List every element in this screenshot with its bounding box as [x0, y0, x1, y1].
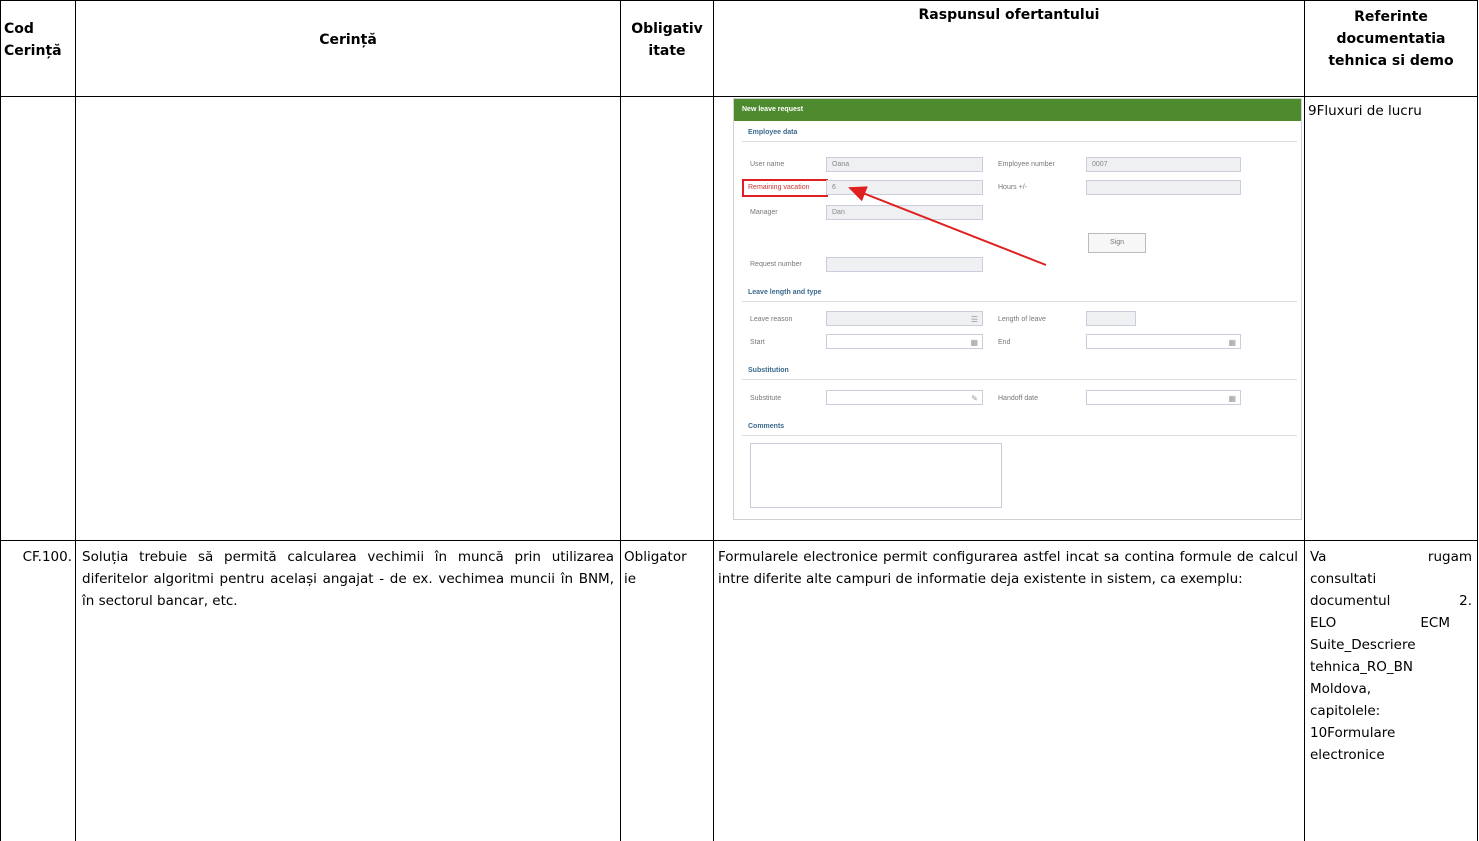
- header-response: Raspunsul ofertantului: [918, 7, 1100, 23]
- table-border-right: [1477, 0, 1478, 841]
- table-border-left: [0, 0, 1, 841]
- row2-code: CF.100.: [22, 549, 72, 565]
- table-border-top: [0, 0, 1478, 1]
- header-code: Cod Cerință: [4, 21, 62, 59]
- ref-line: Va rugam: [1310, 549, 1472, 565]
- row2-reference: Va rugam consultati documentul 2. ELO ECM S…: [1310, 546, 1472, 766]
- column-divider: [713, 0, 714, 841]
- row-divider: [0, 96, 1478, 97]
- header-requirement: Cerință: [319, 32, 377, 48]
- row2-response: Formularele electronice permit configura…: [718, 549, 1298, 587]
- column-divider: [620, 0, 621, 841]
- annotation-arrow: [848, 186, 1047, 266]
- row-divider: [0, 540, 1478, 541]
- row2-mandatory: Obligator ie: [624, 549, 687, 587]
- requirements-table: Cod Cerință Cerință Obligativ itate Raspun…: [0, 0, 1479, 841]
- column-divider: [75, 0, 76, 841]
- header-mandatory: Obligativ itate: [631, 21, 703, 59]
- ref-line: ELO ECM: [1310, 615, 1450, 631]
- row1-reference: 9Fluxuri de lucru: [1308, 103, 1422, 119]
- ref-line: documentul 2.: [1310, 593, 1472, 609]
- row2-requirement: Soluția trebuie să permită calcularea ve…: [82, 549, 614, 609]
- column-divider: [1304, 0, 1305, 841]
- leave-request-form-screenshot: New leave request Employee data User nam…: [733, 98, 1302, 520]
- header-references: Referinte documentatia tehnica si demo: [1328, 9, 1454, 69]
